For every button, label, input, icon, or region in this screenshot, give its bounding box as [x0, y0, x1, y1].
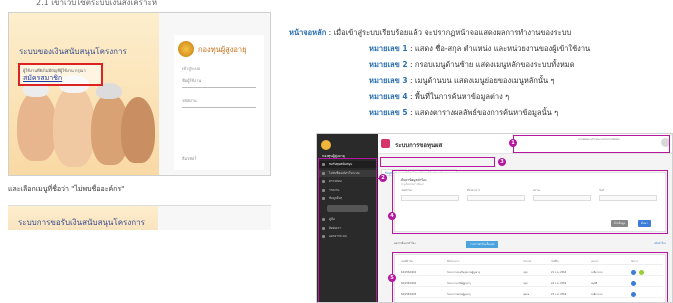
description: หน้าจอหลัก : เมื่อเข้าสู่ระบบเรียบร้อยแล… — [289, 27, 673, 119]
description-item-1: หมายเลข 1 : แสดง ชื่อ-สกุล ตำแหน่ง และหน… — [369, 43, 673, 55]
marker-connector — [377, 178, 380, 179]
annotation-frame-4 — [392, 170, 668, 234]
elderly-illustration — [9, 13, 159, 175]
fund-logo-icon — [321, 140, 331, 150]
item-text: : พื้นที่ในการค้นหาข้อมูลต่าง ๆ — [410, 92, 510, 101]
description-item-4: หมายเลข 4 : พื้นที่ในการค้นหาข้อมูลต่าง … — [369, 91, 673, 103]
description-item-3: หมายเลข 3 : เมนูด้านบน แสดงเมนูย่อยของเม… — [369, 75, 673, 87]
item-label: หมายเลข 1 — [369, 44, 408, 53]
forgot-password-link[interactable]: ลืมรหัส? — [182, 155, 196, 162]
item-text: : กรอบเมนูด้านซ้าย แสดงเมนูหลักของระบบทั… — [410, 60, 575, 69]
item-text: : แสดงตารางผลลัพธ์ของการค้นหาข้อมูลนั้น … — [410, 108, 559, 117]
login-sub: เข้าสู่ระบบ — [182, 66, 201, 71]
description-main: หน้าจอหลัก : เมื่อเข้าสู่ระบบเรียบร้อยแล… — [289, 27, 673, 39]
password-field[interactable] — [182, 107, 256, 108]
main-text: : เมื่อเข้าสู่ระบบเรียบร้อยแล้ว จะปรากฏห… — [328, 28, 572, 37]
register-link[interactable]: สมัครสมาชิก — [23, 73, 62, 84]
annotation-frame-1 — [513, 135, 670, 153]
results-bar: ผลการค้นหาคำร้อง รายการคำร้องทั้งหมด เพิ… — [394, 241, 666, 248]
description-item-2: หมายเลข 2 : กรอบเมนูด้านซ้าย แสดงเมนูหลั… — [369, 59, 673, 71]
fund-logo-text: กองทุนผู้สูงอายุ — [198, 45, 247, 54]
page-title: ระบบการขอทุนผส — [395, 142, 443, 149]
item-label: หมายเลข 5 — [369, 108, 408, 117]
results-tab[interactable]: รายการคำร้องทั้งหมด — [466, 241, 499, 248]
marker-3: 3 — [498, 158, 506, 166]
caption: และเลือกเมนูที่ชื่อว่า "ไม่พบชื่ออะค์กร" — [8, 185, 125, 193]
username-field[interactable] — [182, 87, 256, 88]
login-panel: กองทุนผู้สูงอายุ เข้าสู่ระบบ ชื่อผู้ใช้ง… — [174, 35, 264, 170]
sidebar-brand: กองทุนผู้สูงอายุ — [321, 138, 374, 160]
section-heading: 2.1 เข้าเว็บไซต์ระบบเงินสงเคราะห์ — [36, 0, 158, 7]
annotation-frame-2 — [318, 158, 377, 302]
username-label: ชื่อผู้ใช้งาน — [182, 78, 202, 83]
fund-logo-icon — [178, 41, 194, 57]
marker-5: 5 — [388, 274, 396, 282]
login-screenshot-2: ระบบการขอรับเงินสนับสนุนโครงการ — [8, 205, 271, 230]
item-label: หมายเลข 2 — [369, 60, 408, 69]
register-highlight: ผู้ใช้งานที่ยังไม่มีบัญชีผู้ใช้งาน กรุณา… — [18, 63, 103, 86]
main-label: หน้าจอหลัก — [289, 28, 327, 37]
annotation-frame-3 — [380, 157, 495, 167]
item-label: หมายเลข 3 — [369, 76, 408, 85]
password-label: รหัสผ่าน — [182, 98, 197, 103]
login-screenshot: ระบบของเงินสนับสนุนโครงการ ผู้ใช้งานที่ย… — [8, 12, 271, 176]
login2-title: ระบบการขอรับเงินสนับสนุนโครงการ — [18, 218, 145, 227]
annotation-frame-5 — [392, 252, 668, 302]
marker-1: 1 — [509, 139, 517, 147]
item-text: : เมนูด้านบน แสดงเมนูย่อยของเมนูหลักนั้น… — [410, 76, 555, 85]
results-label: ผลการค้นหาคำร้อง — [394, 242, 416, 245]
menu-toggle-button[interactable] — [381, 139, 390, 148]
marker-2: 2 — [379, 174, 387, 182]
login-title: ระบบของเงินสนับสนุนโครงการ — [19, 47, 127, 56]
add-request-link[interactable]: เพิ่มคำร้อง — [654, 242, 666, 246]
item-text: : แสดง ชื่อ-สกุล ตำแหน่ง และหน่วยงานของผ… — [410, 44, 591, 53]
marker-4: 4 — [388, 212, 396, 220]
dashboard-screenshot: กองทุนผู้สูงอายุ ขอรับทุนสนับสนุน ไม่พบช… — [316, 133, 673, 303]
description-item-5: หมายเลข 5 : แสดงตารางผลลัพธ์ของการค้นหาข… — [369, 107, 673, 119]
item-label: หมายเลข 4 — [369, 92, 408, 101]
